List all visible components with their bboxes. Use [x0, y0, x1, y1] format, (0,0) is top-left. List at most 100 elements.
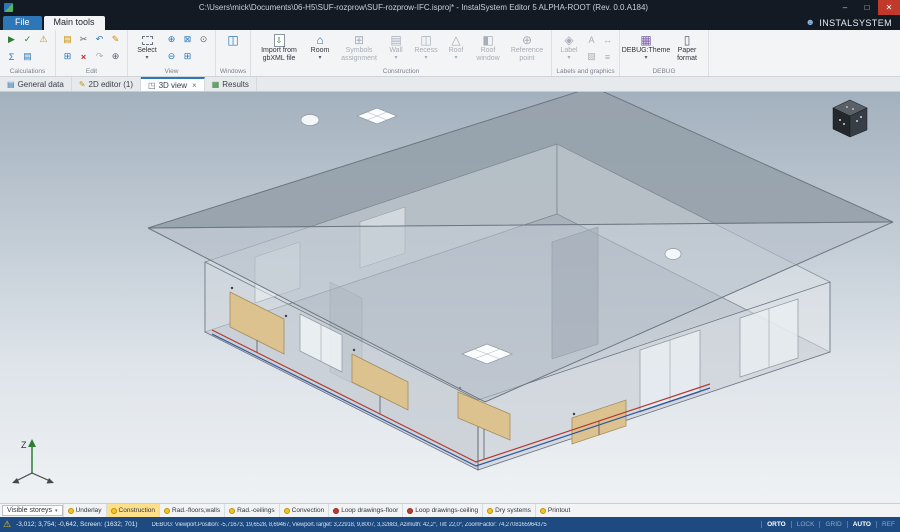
- import-gbxml-button[interactable]: ⇩ Import from gbXML file: [255, 32, 303, 68]
- zoom-out-icon[interactable]: ⊖: [164, 49, 179, 64]
- paper-format-button[interactable]: ▯ Paper format: [670, 32, 704, 68]
- zoom-extents-icon[interactable]: ⊠: [180, 32, 195, 47]
- run-calculations-icon[interactable]: ▶: [4, 32, 19, 47]
- windows-button[interactable]: ◫: [220, 32, 246, 68]
- group-label-calculations: Calculations: [0, 68, 55, 75]
- toggle-loop-drawings-ceiling[interactable]: Loop drawings-ceiling: [402, 504, 482, 517]
- calculation-options-icon[interactable]: Σ: [4, 49, 19, 64]
- vent-symbol[interactable]: [301, 115, 319, 126]
- ribbon-group-debug: ▦ DEBUG:Theme ▾ ▯ Paper format DEBUG: [620, 30, 709, 76]
- group-label-construction: Construction: [251, 68, 551, 75]
- measure-icon[interactable]: ⊕: [108, 49, 123, 64]
- paper-format-icon: ▯: [684, 33, 691, 47]
- document-tab-bar: ▤ General data ✎ 2D editor (1) ◳ 3D view…: [0, 77, 900, 92]
- cut-icon[interactable]: ✂: [76, 32, 91, 47]
- window-title: C:\Users\mick\Documents\06-H5\SUF-rozpro…: [13, 3, 834, 12]
- recess-button[interactable]: ◫ Recess ▾: [411, 32, 441, 68]
- tab-general-data[interactable]: ▤ General data: [0, 77, 72, 91]
- toggle-rad-ceilings[interactable]: Rad.-ceilings: [224, 504, 279, 517]
- close-button[interactable]: ✕: [878, 0, 900, 15]
- copy-icon[interactable]: ⊞: [60, 49, 75, 64]
- toggle-printout[interactable]: Printout: [535, 504, 574, 517]
- delete-icon[interactable]: ×: [76, 49, 91, 64]
- mode-auto[interactable]: AUTO: [847, 521, 876, 528]
- paste-icon[interactable]: ▤: [60, 32, 75, 47]
- results-check-icon[interactable]: ✓: [20, 32, 35, 47]
- mode-lock[interactable]: LOCK: [791, 521, 820, 528]
- tab-2d-editor-label: 2D editor (1): [89, 80, 133, 89]
- tab-3d-view-label: 3D view: [159, 81, 187, 90]
- select-tool-icon: [142, 36, 153, 45]
- 3d-viewport[interactable]: Z: [0, 92, 900, 503]
- tab-file[interactable]: File: [3, 16, 42, 30]
- room-button[interactable]: ⌂ Room ▾: [305, 32, 335, 68]
- previous-view-icon[interactable]: ⊙: [196, 32, 211, 47]
- toggle-convection[interactable]: Convection: [279, 504, 329, 517]
- label-button[interactable]: ◈ Label ▾: [556, 32, 582, 68]
- cube-icon: ◳: [148, 81, 156, 90]
- wall-button[interactable]: ▤ Wall ▾: [383, 32, 409, 68]
- tab-main-tools[interactable]: Main tools: [44, 16, 105, 30]
- note-icon[interactable]: ≡: [600, 49, 615, 64]
- toggle-label: Rad.-floors,walls: [172, 507, 220, 514]
- reference-point-button[interactable]: ⊕ Reference point: [507, 32, 547, 68]
- bulb-icon: [487, 508, 493, 514]
- toggle-loop-drawings-floor[interactable]: Loop drawings-floor: [328, 504, 402, 517]
- tab-3d-view[interactable]: ◳ 3D view ×: [141, 77, 205, 91]
- warning-icon[interactable]: ⚠: [3, 519, 11, 530]
- navigation-cube[interactable]: [833, 100, 867, 137]
- roof-window-icon: ◧: [482, 33, 493, 47]
- debug-viewport-info: DEBUG: Viewport.Position: -5,71673, 19,6…: [152, 522, 762, 528]
- visible-storeys-dropdown[interactable]: Visible storeys ▾: [2, 505, 63, 516]
- mode-ref[interactable]: REF: [876, 521, 900, 528]
- minimize-button[interactable]: –: [834, 0, 856, 15]
- zoom-in-icon[interactable]: ⊕: [164, 32, 179, 47]
- mode-orto[interactable]: ORTO: [761, 521, 791, 528]
- toggle-underlay[interactable]: Underlay: [63, 504, 106, 517]
- vent-symbol[interactable]: [665, 249, 681, 260]
- bulb-icon: [68, 508, 74, 514]
- roof-window-button[interactable]: ◧ Roof window: [471, 32, 505, 68]
- roof-button[interactable]: △ Roof ▾: [443, 32, 469, 68]
- ribbon-group-labels-graphics: ◈ Label ▾ A ▧ ↔ ≡ Labels and graphics: [552, 30, 620, 76]
- bulb-icon: [229, 508, 235, 514]
- select-button[interactable]: Select ▾: [132, 32, 162, 68]
- toggle-rad-floors-walls[interactable]: Rad.-floors,walls: [159, 504, 224, 517]
- ribbon-group-construction: ⇩ Import from gbXML file ⌂ Room ▾ ⊞ Symb…: [251, 30, 552, 76]
- roof-window-label: Roof window: [471, 47, 505, 62]
- wall-label: Wall: [389, 47, 402, 55]
- account-icon[interactable]: ☻: [805, 18, 815, 27]
- group-label-windows: Windows: [216, 68, 250, 75]
- roof-label: Roof: [449, 47, 464, 55]
- zoom-window-icon[interactable]: ⊞: [180, 49, 195, 64]
- recess-label: Recess: [414, 47, 437, 55]
- mode-grid[interactable]: GRID: [819, 521, 846, 528]
- symbols-assignment-button[interactable]: ⊞ Symbols assignment: [337, 32, 381, 68]
- bulb-icon: [540, 508, 546, 514]
- toggle-dry-systems[interactable]: Dry systems: [482, 504, 535, 517]
- maximize-button[interactable]: □: [856, 0, 878, 15]
- visible-storeys-label: Visible storeys: [7, 507, 52, 514]
- close-tab-icon[interactable]: ×: [192, 81, 197, 90]
- calculation-data-icon[interactable]: ▤: [20, 49, 35, 64]
- format-painter-icon[interactable]: ✎: [108, 32, 123, 47]
- cursor-coordinates: -3,012; 3,754; -0,642, Screen: (1632; 70…: [16, 521, 137, 528]
- dimension-icon[interactable]: ↔: [600, 32, 615, 47]
- group-label-edit: Edit: [56, 68, 127, 75]
- status-bar: ⚠ -3,012; 3,754; -0,642, Screen: (1632; …: [0, 517, 900, 532]
- text-icon[interactable]: A: [584, 32, 599, 47]
- toggle-label: Dry systems: [495, 507, 531, 514]
- loop-icon: [407, 508, 413, 514]
- diagnostics-icon[interactable]: ⚠: [36, 32, 51, 47]
- reference-point-label: Reference point: [507, 47, 547, 62]
- toggle-construction[interactable]: Construction: [106, 504, 160, 517]
- image-icon[interactable]: ▧: [584, 49, 599, 64]
- snap-modes: ORTO LOCK GRID AUTO REF: [761, 517, 900, 532]
- undo-icon[interactable]: ↶: [92, 32, 107, 47]
- debug-theme-button[interactable]: ▦ DEBUG:Theme ▾: [624, 32, 668, 68]
- paper-format-label: Paper format: [670, 47, 704, 62]
- tab-results[interactable]: ▦ Results: [205, 77, 257, 91]
- redo-icon[interactable]: ↷: [92, 49, 107, 64]
- theme-icon: ▦: [640, 33, 651, 47]
- tab-2d-editor[interactable]: ✎ 2D editor (1): [72, 77, 141, 91]
